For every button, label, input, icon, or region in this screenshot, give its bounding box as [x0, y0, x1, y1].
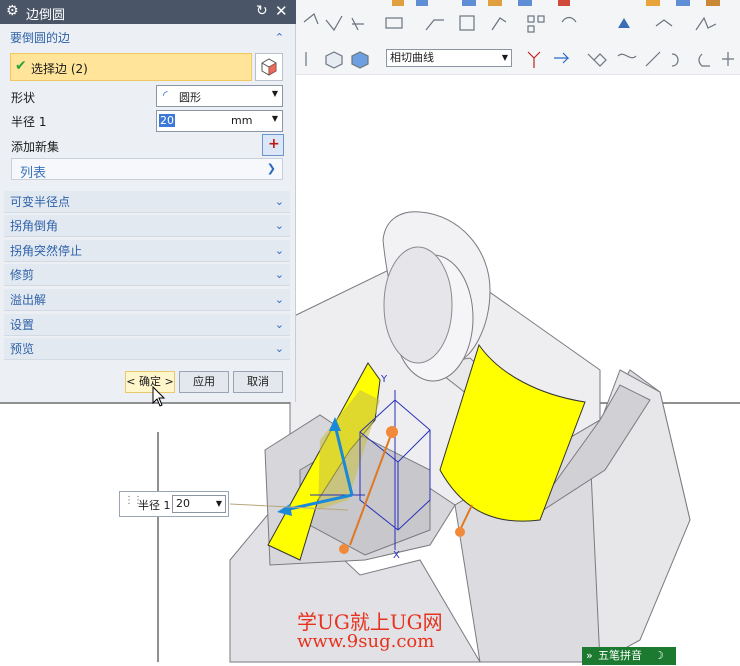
section-title: 预览 [10, 342, 35, 356]
extend-icon [491, 17, 507, 31]
point-snap-icon [587, 53, 607, 67]
box-select-icon [325, 51, 343, 69]
angle-icon [325, 15, 343, 32]
handle-point[interactable] [455, 527, 465, 537]
list-label: 列表 [20, 166, 47, 181]
plus-icon [722, 52, 734, 66]
tangent-icon [698, 53, 710, 67]
close-icon[interactable]: ✕ [275, 2, 288, 20]
snap-icon [527, 51, 541, 68]
arrow-right-icon [554, 52, 570, 64]
chevron-down-icon: ⌄ [274, 342, 284, 355]
cube-select-icon [351, 51, 369, 69]
curve-rule-select[interactable]: 相切曲线 ▼ [386, 49, 512, 67]
chevron-down-icon: ▼ [215, 499, 222, 508]
edge-selection-button[interactable] [255, 53, 283, 81]
radius-callout-select[interactable]: 20 ▼ [172, 495, 226, 513]
expand-icon: » [586, 649, 593, 662]
section-corner-setback[interactable]: 拐角倒角 ⌄ [4, 215, 290, 237]
toolbar-icons [303, 0, 720, 33]
body-icon[interactable] [706, 0, 720, 6]
section-edges-title: 要倒圆的边 [10, 31, 71, 45]
radius-callout-value: 20 [176, 497, 190, 510]
section-title: 修剪 [10, 268, 35, 282]
radius-input[interactable]: 20 mm ▼ [156, 110, 283, 132]
chevron-down-icon: ⌄ [274, 244, 284, 257]
radius-onscreen-input[interactable]: ⋮⋮ 半径 1 20 ▼ [119, 491, 229, 517]
sketch-line-icon [303, 13, 319, 25]
chevron-down-icon: ⌄ [274, 318, 284, 331]
mouse-cursor-icon [152, 386, 166, 407]
cancel-button[interactable]: 取消 [233, 371, 283, 393]
section-edges-header[interactable]: 要倒圆的边 ⌃ [4, 27, 290, 49]
section-overflow[interactable]: 溢出解 ⌄ [4, 289, 290, 311]
triad-y-label: Y [380, 374, 388, 385]
gear-icon[interactable]: ⚙ [6, 3, 19, 19]
section-variable-radius[interactable]: 可变半径点 ⌄ [4, 191, 290, 213]
chevron-down-icon: ⌄ [274, 268, 284, 281]
selection-icons [305, 51, 734, 69]
watermark-url: www.9sug.com [297, 631, 435, 652]
radius-callout-label: 半径 1 [138, 499, 171, 512]
shape-label: 形状 [11, 91, 36, 105]
table-icon [459, 15, 475, 31]
ok-button[interactable]: < 确定 > [125, 371, 175, 393]
section-title: 拐角突然停止 [10, 244, 83, 258]
shape-select[interactable]: ◜ 圆形 ▼ [156, 85, 283, 107]
curve-rule-value: 相切曲线 [390, 51, 434, 64]
section-title: 溢出解 [10, 293, 47, 307]
dialog-title: 边倒圆 [26, 8, 66, 23]
select-edge-field[interactable]: ✔ 选择边 (2) [10, 53, 252, 81]
section-settings[interactable]: 设置 ⌄ [4, 314, 290, 336]
select-edge-label: 选择边 (2) [31, 62, 88, 76]
chevron-down-icon: ❯ [266, 162, 276, 175]
reset-icon[interactable]: ↻ [256, 3, 268, 19]
section-trim[interactable]: 修剪 ⌄ [4, 264, 290, 286]
section-title: 设置 [10, 318, 35, 332]
chevron-down-icon: ⌄ [274, 219, 284, 232]
chevron-up-icon: ⌃ [274, 31, 284, 44]
arc-shape-icon: ◜ [163, 88, 168, 102]
add-new-set-button[interactable]: + [262, 134, 284, 156]
solid-icon[interactable] [646, 0, 660, 6]
chevron-down-icon: ⌄ [274, 293, 284, 306]
radius-value: 20 [159, 114, 175, 127]
section-title: 可变半径点 [10, 195, 71, 209]
line-snap-icon [645, 51, 661, 67]
curve-snap-icon [617, 53, 637, 59]
chevron-down-icon: ▼ [271, 89, 278, 98]
add-icon: + [268, 136, 280, 152]
shape-value: 圆形 [179, 91, 201, 104]
selection-toolbar [296, 44, 740, 75]
radius-unit: mm [231, 114, 253, 127]
chevron-down-icon: ▼ [271, 114, 278, 123]
apply-button[interactable]: 应用 [179, 371, 229, 393]
handle-point[interactable] [339, 544, 349, 554]
edge-blend-dialog: ⚙ 边倒圆 ↻ ✕ 要倒圆的边 ⌃ ✔ 选择边 (2) 形状 ◜ 圆形 ▼ 半径… [0, 0, 296, 402]
trim-icon [351, 17, 364, 31]
offset-icon [385, 17, 403, 29]
radius-label: 半径 1 [11, 115, 47, 129]
corner-icon [425, 19, 444, 31]
face-icon[interactable] [676, 0, 690, 6]
list-expander[interactable]: 列表 ❯ [11, 158, 283, 181]
ime-status-bar[interactable]: » 五笔拼音 ☽ [582, 647, 676, 665]
arc-snap-icon [671, 53, 679, 67]
main-toolbar [296, 0, 740, 44]
chevron-down-icon: ⌄ [274, 195, 284, 208]
dialog-titlebar: ⚙ 边倒圆 ↻ ✕ [0, 0, 296, 24]
section-title: 拐角倒角 [10, 219, 59, 233]
triad-x-label: X [393, 550, 400, 561]
chevron-down-icon: ▼ [501, 53, 508, 62]
blend-icon [561, 16, 577, 23]
section-stop-short[interactable]: 拐角突然停止 ⌄ [4, 240, 290, 262]
check-icon: ✔ [15, 58, 27, 74]
section-preview[interactable]: 预览 ⌄ [4, 338, 290, 360]
add-set-label: 添加新集 [11, 140, 60, 154]
ime-label: 五笔拼音 [598, 649, 642, 662]
moon-icon: ☽ [654, 649, 664, 662]
cube-icon [261, 58, 277, 76]
handle-point[interactable] [386, 426, 398, 438]
